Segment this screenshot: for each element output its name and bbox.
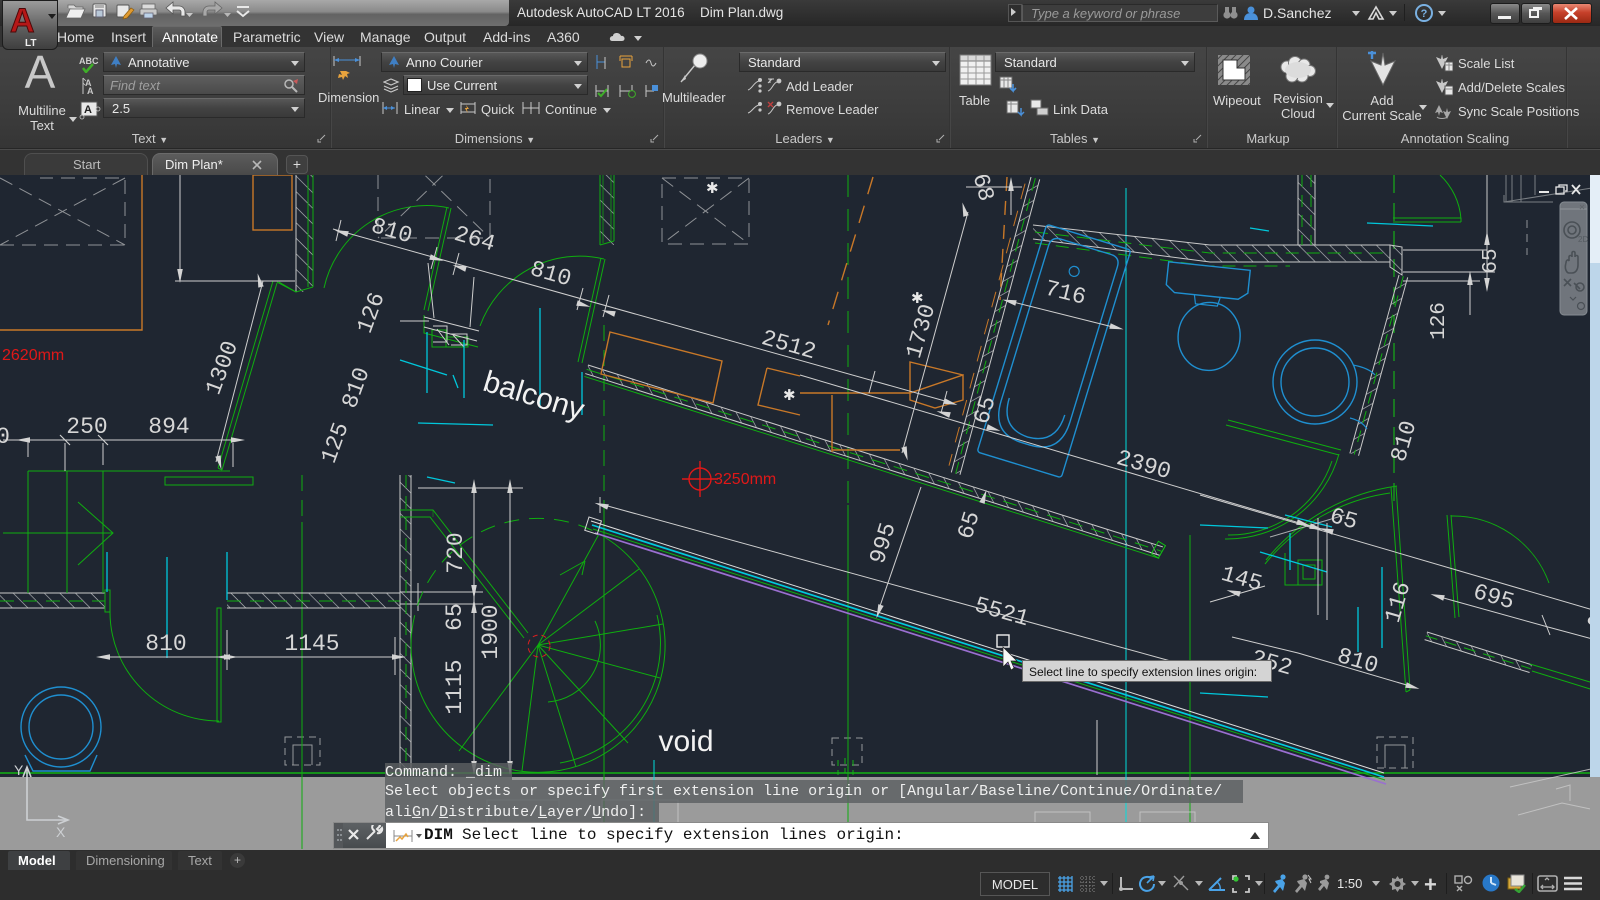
svg-text:125: 125 <box>316 419 355 467</box>
svg-text:3250mm: 3250mm <box>714 471 776 488</box>
svg-text:ABC: ABC <box>79 56 99 66</box>
svg-text:65: 65 <box>1480 248 1503 273</box>
svg-text:2512: 2512 <box>759 325 819 365</box>
svg-text:2620mm: 2620mm <box>2 347 64 364</box>
svg-text:810: 810 <box>527 256 574 292</box>
svg-text:65: 65 <box>442 603 468 631</box>
svg-text:810: 810 <box>368 213 415 249</box>
svg-text:1900: 1900 <box>478 604 504 659</box>
svg-text:894: 894 <box>148 414 189 440</box>
svg-text:810: 810 <box>337 364 376 412</box>
svg-text:2D: 2D <box>1578 235 1588 244</box>
svg-text:810: 810 <box>145 631 186 657</box>
svg-text:void: void <box>658 725 713 758</box>
svg-text:5521: 5521 <box>972 592 1032 632</box>
svg-text:balcony: balcony <box>480 365 589 427</box>
svg-text:810: 810 <box>1386 418 1422 465</box>
svg-text:✱: ✱ <box>706 180 719 197</box>
svg-text:720: 720 <box>443 532 469 573</box>
svg-text:126: 126 <box>352 289 391 337</box>
svg-text:1300: 1300 <box>201 338 244 399</box>
svg-text:2390: 2390 <box>1114 445 1174 485</box>
svg-text:0: 0 <box>0 424 10 450</box>
svg-text:68: 68 <box>967 175 999 204</box>
svg-text:A: A <box>87 86 94 96</box>
svg-text:1145: 1145 <box>284 631 339 657</box>
svg-text:145: 145 <box>1218 561 1265 597</box>
svg-text:250: 250 <box>66 414 107 440</box>
svg-text:Y: Y <box>14 762 24 778</box>
svg-text:716: 716 <box>1042 276 1088 311</box>
svg-text:X: X <box>56 824 66 840</box>
svg-text:810: 810 <box>1334 643 1381 679</box>
svg-text:116: 116 <box>1380 579 1416 626</box>
svg-text:695: 695 <box>1470 579 1517 615</box>
svg-text:A: A <box>10 2 35 40</box>
svg-text:264: 264 <box>451 221 498 257</box>
svg-text:126: 126 <box>1428 302 1451 340</box>
svg-text:65: 65 <box>953 508 986 542</box>
svg-text:A: A <box>84 104 92 116</box>
svg-text:?: ? <box>1421 8 1428 20</box>
svg-text:✱: ✱ <box>783 387 796 404</box>
svg-text:LT: LT <box>25 38 36 49</box>
svg-text:1115: 1115 <box>442 659 468 714</box>
